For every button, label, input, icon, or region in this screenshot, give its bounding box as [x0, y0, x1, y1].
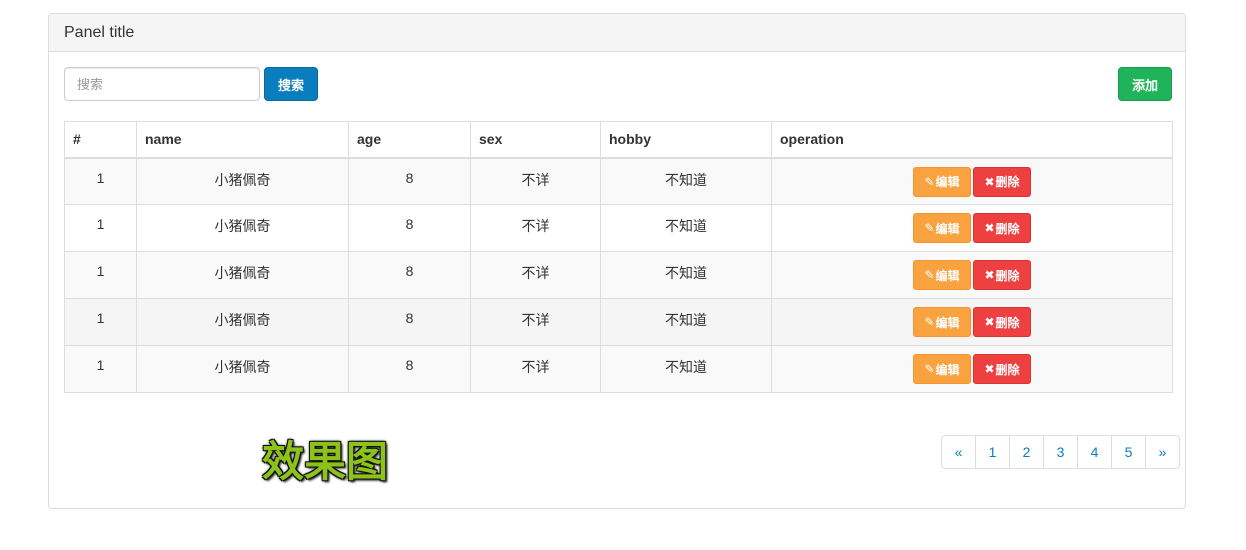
cell-operation: ✎ 编辑 ✖ 删除 [771, 298, 1173, 346]
cell-name: 小猪佩奇 [136, 251, 349, 299]
pencil-icon: ✎ [924, 362, 935, 376]
delete-label: 删除 [995, 315, 1020, 330]
pagination-page-3[interactable]: 3 [1043, 436, 1077, 468]
edit-button[interactable]: ✎ 编辑 [913, 354, 971, 384]
cell-name: 小猪佩奇 [136, 157, 349, 205]
delete-label: 删除 [995, 362, 1020, 377]
edit-label: 编辑 [935, 221, 960, 236]
delete-label: 删除 [995, 175, 1020, 189]
data-table: # name age sex hobby operation 1 小猪佩奇 8 不详不… [64, 121, 1173, 393]
cell-operation: ✎ 编辑 ✖ 删除 [771, 157, 1173, 205]
cell-age: 8 [348, 157, 471, 205]
cell-operation: ✎ 编辑 ✖ 删除 [771, 204, 1173, 252]
table-row: 1 小猪佩奇 8 不详 不知道 ✎ 编辑 ✖ 删除 [64, 251, 1173, 299]
table-row: 1 小猪佩奇 8 不详 不知道 ✎ 编辑 ✖ 删除 [64, 157, 1173, 205]
cell-index: 1 [64, 251, 137, 299]
edit-label: 编辑 [935, 315, 960, 330]
pagination: « 1 2 3 4 5 » [941, 435, 1180, 469]
cell-hobby: 不知道 [600, 204, 772, 252]
pagination-page-2[interactable]: 2 [1009, 436, 1043, 468]
remove-icon: ✖ [984, 174, 995, 189]
col-header-name: name [136, 121, 349, 159]
panel-title: Panel title [64, 23, 135, 41]
panel-heading: Panel title [49, 14, 1185, 52]
cell-hobby: 不知道 [600, 157, 772, 205]
pencil-icon: ✎ [924, 221, 935, 235]
cell-age: 8 [348, 298, 471, 346]
cell-name: 小猪佩奇 [136, 298, 349, 346]
edit-button[interactable]: ✎ 编辑 [913, 166, 971, 197]
pagination-page-1[interactable]: 1 [975, 436, 1009, 468]
edit-label: 编辑 [935, 175, 960, 189]
col-header-index: # [64, 121, 137, 159]
cell-index: 1 [64, 157, 137, 205]
remove-icon: ✖ [984, 221, 995, 235]
pencil-icon: ✎ [924, 315, 935, 329]
delete-button[interactable]: ✖ 删除 [973, 166, 1031, 197]
delete-label: 删除 [995, 268, 1020, 283]
table-row: 1 小猪佩奇 8 不详 不知道 ✎ 编辑 ✖ 删除 [64, 298, 1173, 346]
pagination-page-5[interactable]: 5 [1111, 436, 1145, 468]
col-header-sex: sex [470, 121, 601, 159]
table-row: 1 小猪佩奇 8 不详 不知道 ✎ 编辑 ✖ 删除 [64, 345, 1173, 393]
cell-age: 8 [348, 345, 471, 393]
remove-icon: ✖ [984, 362, 995, 376]
cell-index: 1 [64, 204, 137, 252]
col-header-operation: operation [771, 121, 1173, 159]
cell-hobby: 不知道 [600, 298, 772, 346]
cell-name: 小猪佩奇 [136, 345, 349, 393]
edit-button[interactable]: ✎ 编辑 [913, 260, 971, 290]
add-button[interactable]: 添加 [1118, 67, 1172, 101]
delete-button[interactable]: ✖ 删除 [973, 213, 1031, 243]
col-header-age: age [348, 121, 471, 159]
cell-sex: 不详 [470, 204, 601, 252]
delete-label: 删除 [995, 221, 1020, 236]
cell-name: 小猪佩奇 [136, 204, 349, 252]
watermark-text: 效果图 [262, 437, 389, 486]
cell-age: 8 [348, 204, 471, 252]
cell-sex: 不详 [470, 298, 601, 346]
pagination-next[interactable]: » [1145, 436, 1179, 468]
pencil-icon: ✎ [924, 268, 935, 282]
col-header-hobby: hobby [600, 121, 772, 159]
edit-button[interactable]: ✎ 编辑 [913, 213, 971, 243]
edit-label: 编辑 [935, 362, 960, 377]
cell-sex: 不详 [470, 251, 601, 299]
cell-index: 1 [64, 298, 137, 346]
cell-sex: 不详 [470, 345, 601, 393]
cell-age: 8 [348, 251, 471, 299]
search-button[interactable]: 搜索 [264, 67, 318, 101]
cell-hobby: 不知道 [600, 251, 772, 299]
pagination-page-4[interactable]: 4 [1077, 436, 1111, 468]
cell-index: 1 [64, 345, 137, 393]
search-input[interactable] [64, 67, 260, 101]
delete-button[interactable]: ✖ 删除 [973, 354, 1031, 384]
table-row: 1 小猪佩奇 8 不详 不知道 ✎ 编辑 ✖ 删除 [64, 204, 1173, 252]
pagination-prev[interactable]: « [942, 436, 975, 468]
cell-operation: ✎ 编辑 ✖ 删除 [771, 251, 1173, 299]
remove-icon: ✖ [984, 315, 995, 329]
edit-label: 编辑 [935, 268, 960, 283]
panel: Panel title 搜索 添加 # name age sex hobby o… [48, 13, 1186, 509]
cell-operation: ✎ 编辑 ✖ 删除 [771, 345, 1173, 393]
pencil-icon: ✎ [924, 174, 935, 189]
delete-button[interactable]: ✖ 删除 [973, 260, 1031, 290]
edit-button[interactable]: ✎ 编辑 [913, 307, 971, 337]
cell-hobby: 不知道 [600, 345, 772, 393]
remove-icon: ✖ [984, 268, 995, 282]
table-header-row: # name age sex hobby operation [64, 121, 1173, 159]
delete-button[interactable]: ✖ 删除 [973, 307, 1031, 337]
cell-sex: 不详 [470, 157, 601, 205]
